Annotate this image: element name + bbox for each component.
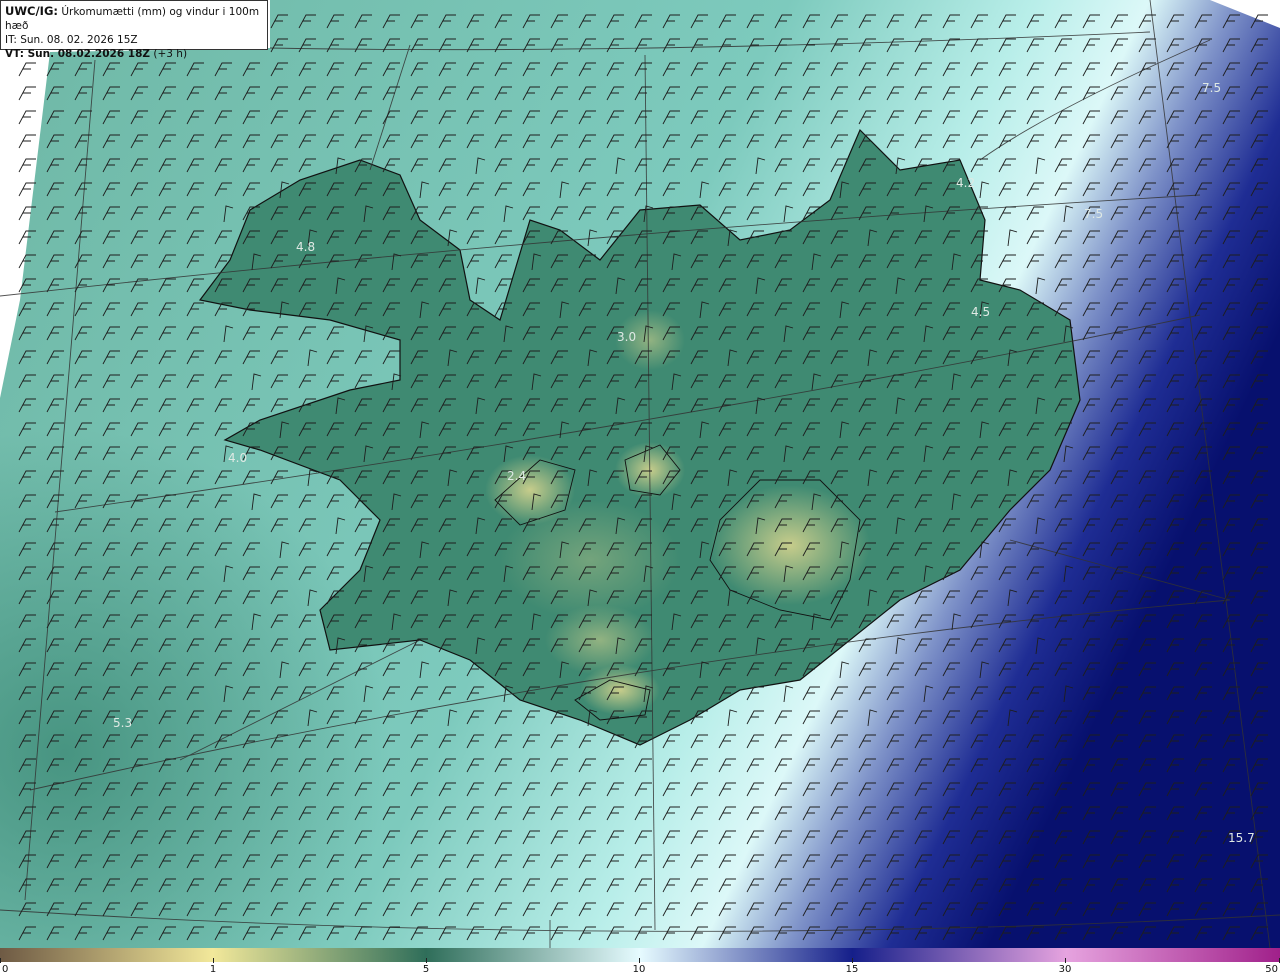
label-northeast-coast: 4.2 [956,176,975,190]
colorbar-tick [0,958,1,963]
colorbar-tick [639,958,640,963]
colorbar-tick-label: 30 [1058,964,1072,975]
label-east: 4.5 [971,305,990,319]
label-southwest-sea: 5.3 [113,716,132,730]
wind-barb [18,158,36,173]
colorbar-tick [426,958,427,963]
wind-barb [18,134,36,149]
initial-time: IT: Sun. 08. 02. 2026 15Z [5,34,138,46]
colorbar-tick-label: 0 [2,964,9,975]
colorbar-tick [1065,958,1066,963]
colorbar: 0 1 5 10 15 30 50 [0,948,1280,978]
colorbar-tick-label: 1 [209,964,217,975]
colorbar-tick-label: 5 [422,964,430,975]
label-westfjords: 4.8 [296,240,315,254]
label-north: 3.0 [617,330,636,344]
colorbar-tick-label: 10 [632,964,646,975]
colorbar-tick [852,958,853,963]
precipitation-wind-map: 4.8 3.0 4.2 7.5 7.5 4.5 4.0 2.4 5.3 15.7 [0,0,1280,948]
colorbar-tick-label: 50 [1265,964,1278,975]
colorbar-tick [213,958,214,963]
highland-central [500,500,680,620]
label-snaefellsnes: 4.0 [228,451,247,465]
colorbar-tick-label: 15 [845,964,859,975]
model-label: UWC/IG: [5,4,58,18]
label-central-west: 2.4 [507,469,526,483]
valid-time: VT: Sun. 08.02.2026 18Z [5,48,151,60]
wind-barb [18,110,36,125]
wind-barb [18,86,36,101]
label-northeast-sea-outer: 7.5 [1202,81,1221,95]
map-info-box: UWC/IG: Úrkomumætti (mm) og vindur i 100… [0,0,268,60]
label-southeast-sea: 15.7 [1228,831,1255,845]
wind-barb [18,62,36,77]
valid-offset: (+3 h) [153,48,188,60]
colorbar-strip [0,948,1280,962]
label-northeast-sea: 7.5 [1084,207,1103,221]
